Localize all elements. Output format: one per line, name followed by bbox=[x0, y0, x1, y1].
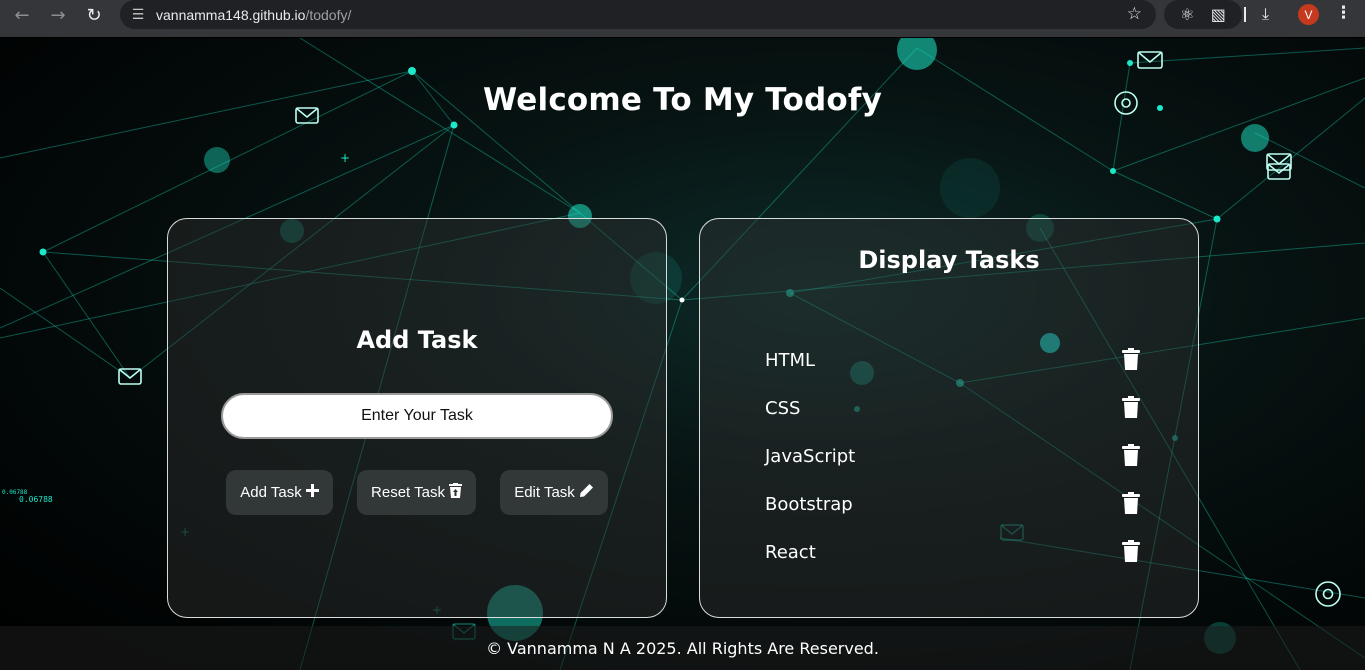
task-text: JavaScript bbox=[765, 445, 856, 467]
list-item: HTML bbox=[765, 336, 1145, 384]
url-text: vannamma148.github.io/todofy/ bbox=[156, 7, 351, 23]
task-text: Bootstrap bbox=[765, 493, 853, 515]
task-list: HTML CSS JavaScript Bootstrap React bbox=[765, 336, 1145, 576]
list-item: JavaScript bbox=[765, 432, 1145, 480]
download-icon[interactable]: ⤓ bbox=[1262, 4, 1269, 24]
add-task-title: Add Task bbox=[356, 326, 478, 354]
trash-icon[interactable] bbox=[1122, 540, 1140, 562]
trash-icon[interactable] bbox=[1122, 348, 1140, 370]
copyright-text: © Vannamma N A 2025. All Rights Are Rese… bbox=[486, 638, 879, 658]
trash-icon[interactable] bbox=[1122, 396, 1140, 418]
reload-icon[interactable]: ↻ bbox=[76, 0, 112, 30]
edit-task-button-label: Edit Task bbox=[514, 484, 575, 501]
back-icon[interactable]: ← bbox=[4, 0, 40, 30]
forward-icon[interactable]: → bbox=[40, 0, 76, 30]
browser-toolbar: ← → ↻ ☰ vannamma148.github.io/todofy/ ☆ … bbox=[0, 0, 1365, 38]
task-text: CSS bbox=[765, 397, 801, 419]
extensions-area: ⚛ ▧ bbox=[1164, 0, 1242, 29]
edit-task-button[interactable]: Edit Task bbox=[500, 470, 608, 515]
mail-icon bbox=[1137, 51, 1163, 69]
task-text: React bbox=[765, 541, 816, 563]
add-task-button[interactable]: Add Task bbox=[226, 470, 333, 515]
display-tasks-panel: Display Tasks HTML CSS JavaScript Bootst… bbox=[699, 218, 1199, 618]
list-item: CSS bbox=[765, 384, 1145, 432]
address-bar[interactable]: ☰ vannamma148.github.io/todofy/ ☆ bbox=[120, 0, 1156, 29]
svg-text:+: + bbox=[340, 151, 350, 165]
url-path: /todofy/ bbox=[305, 6, 352, 23]
list-item: React bbox=[765, 528, 1145, 576]
plus-icon bbox=[305, 484, 319, 501]
mail-icon bbox=[118, 368, 142, 385]
background-readout: 0.06788 bbox=[19, 495, 53, 504]
task-input[interactable] bbox=[221, 393, 613, 439]
bookmark-star-icon[interactable]: ☆ bbox=[1127, 4, 1142, 24]
page-viewport: + + + 0.06788 0.06788 Welcome To My Todo… bbox=[0, 38, 1365, 670]
page-title: Welcome To My Todofy bbox=[482, 82, 882, 118]
display-tasks-title: Display Tasks bbox=[858, 246, 1040, 274]
add-task-button-label: Add Task bbox=[240, 484, 302, 501]
react-devtools-icon[interactable]: ⚛ bbox=[1180, 5, 1194, 24]
task-text: HTML bbox=[765, 349, 816, 371]
pencil-icon bbox=[579, 483, 594, 502]
list-item: Bootstrap bbox=[765, 480, 1145, 528]
trash-icon[interactable] bbox=[1122, 492, 1140, 514]
add-task-panel: Add Task Add Task Reset Task Edit Task bbox=[167, 218, 667, 618]
reset-task-button[interactable]: Reset Task bbox=[357, 470, 476, 515]
toolbar-divider bbox=[1244, 7, 1246, 22]
extensions-puzzle-icon[interactable]: ▧ bbox=[1211, 5, 1226, 24]
trash-icon[interactable] bbox=[1122, 444, 1140, 466]
profile-avatar[interactable]: V bbox=[1298, 4, 1319, 25]
reset-task-button-label: Reset Task bbox=[371, 484, 445, 501]
site-settings-icon[interactable]: ☰ bbox=[120, 7, 156, 23]
mail-icon bbox=[1267, 163, 1291, 180]
footer: © Vannamma N A 2025. All Rights Are Rese… bbox=[0, 626, 1365, 670]
more-menu-icon[interactable]: ⋮ bbox=[1335, 3, 1352, 23]
url-host: vannamma148.github.io bbox=[156, 6, 306, 23]
trash-restore-icon bbox=[448, 483, 462, 502]
